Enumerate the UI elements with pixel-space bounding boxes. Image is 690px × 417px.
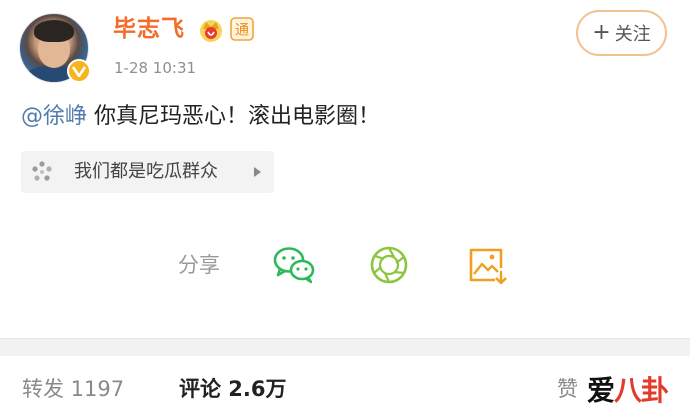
aibagua-watermark: 爱八卦 [587,373,669,409]
crown-icon [200,20,222,42]
follow-label: 关注 [614,24,651,45]
watermark-part1: 爱 [587,374,615,407]
topic-chip[interactable]: 我们都是吃瓜群众 [21,151,274,193]
wechat-icon[interactable] [272,244,316,286]
save-image-icon[interactable] [465,244,509,286]
weibo-post-card: 毕志飞 通 1-28 10:31 + 关注 @徐峥 你真尼玛恶心！滚出电影圈！ … [0,0,690,338]
username[interactable]: 毕志飞 [113,14,185,44]
topic-dots-icon [32,161,52,181]
plus-icon: + [592,20,611,45]
post-content: @徐峥 你真尼玛恶心！滚出电影圈！ [21,101,380,133]
post-timestamp: 1-28 10:31 [114,59,197,77]
comment-tab[interactable]: 评论 2.6万 [179,375,287,403]
post-text: 你真尼玛恶心！滚出电影圈！ [87,104,381,129]
chevron-right-icon [254,167,261,177]
watermark-part2: 八卦 [614,374,669,407]
mention-link[interactable]: @徐峥 [21,104,87,129]
like-tab[interactable]: 赞 [557,375,578,403]
moments-icon[interactable] [368,244,412,286]
follow-button[interactable]: + 关注 [576,10,667,56]
tong-badge-text: 通 [235,23,249,39]
section-divider [0,338,690,356]
tong-badge-icon: 通 [230,17,254,41]
verified-v-icon [67,59,91,83]
topic-label: 我们都是吃瓜群众 [74,161,218,182]
repost-tab[interactable]: 转发 1197 [22,375,124,403]
share-label: 分享 [178,253,220,277]
